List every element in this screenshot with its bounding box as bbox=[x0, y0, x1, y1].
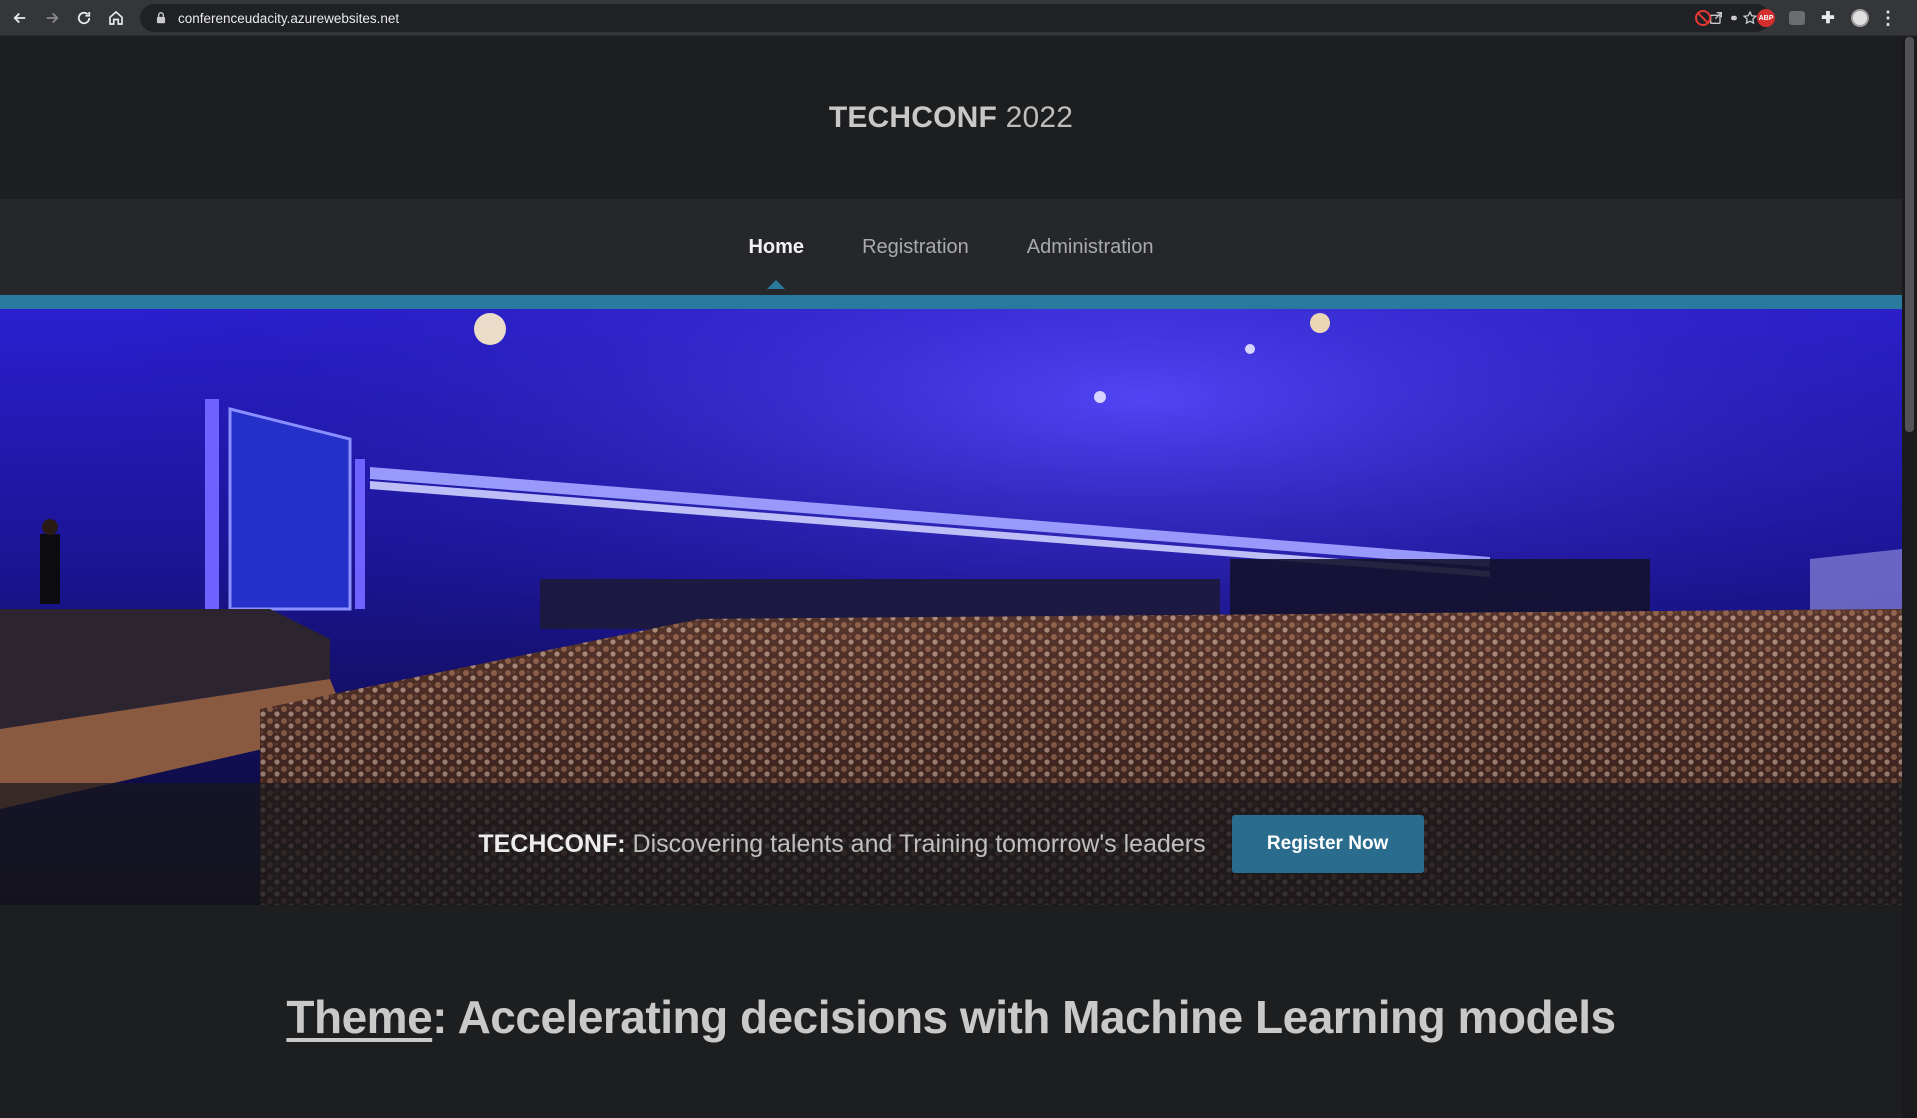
block-extension-icon[interactable] bbox=[1695, 10, 1711, 26]
tagline-brand: TECHCONF: bbox=[478, 829, 626, 858]
hero-tagline: TECHCONF: Discovering talents and Traini… bbox=[478, 830, 1205, 859]
nav-administration[interactable]: Administration bbox=[1027, 236, 1154, 259]
scrollbar-thumb[interactable] bbox=[1905, 37, 1914, 432]
translate-extension-icon[interactable] bbox=[1789, 11, 1805, 25]
menu-icon[interactable]: ⋮ bbox=[1879, 8, 1897, 28]
theme-heading: Theme: Accelerating decisions with Machi… bbox=[0, 990, 1902, 1044]
address-bar[interactable]: conferenceudacity.azurewebsites.net bbox=[140, 4, 1770, 32]
tagline-text: Discovering talents and Training tomorro… bbox=[632, 829, 1206, 858]
extension-icon[interactable]: ✚ bbox=[1819, 9, 1837, 27]
site-header: TECHCONF 2022 bbox=[0, 37, 1902, 199]
hero-caption-bar: TECHCONF: Discovering talents and Traini… bbox=[0, 783, 1902, 905]
browser-toolbar: conferenceudacity.azurewebsites.net ⚭ AB… bbox=[0, 0, 1917, 36]
brand-year[interactable]: 2022 bbox=[1006, 101, 1074, 134]
url-text[interactable]: conferenceudacity.azurewebsites.net bbox=[178, 11, 399, 26]
page-scrollbar[interactable] bbox=[1902, 37, 1917, 1118]
home-icon[interactable] bbox=[100, 0, 132, 36]
glasses-extension-icon[interactable]: ⚭ bbox=[1725, 9, 1743, 27]
nav-accent-bar bbox=[0, 295, 1902, 309]
profile-avatar[interactable] bbox=[1851, 9, 1869, 27]
back-icon[interactable] bbox=[4, 0, 36, 36]
nav-home[interactable]: Home bbox=[748, 236, 804, 259]
brand-name[interactable]: TECHCONF bbox=[829, 101, 997, 134]
register-now-button[interactable]: Register Now bbox=[1231, 815, 1424, 873]
hero-banner: TECHCONF: Discovering talents and Traini… bbox=[0, 309, 1902, 905]
webpage: TECHCONF 2022 Home Registration Administ… bbox=[0, 37, 1902, 1118]
forward-icon[interactable] bbox=[36, 0, 68, 36]
theme-link[interactable]: Theme bbox=[286, 991, 432, 1043]
reload-icon[interactable] bbox=[68, 0, 100, 36]
main-nav: Home Registration Administration bbox=[0, 199, 1902, 295]
site-logo[interactable]: TECHCONF 2022 bbox=[829, 101, 1073, 135]
lock-icon[interactable] bbox=[154, 11, 168, 25]
adblock-extension-icon[interactable]: ABP bbox=[1757, 9, 1775, 27]
theme-text: : Accelerating decisions with Machine Le… bbox=[432, 991, 1616, 1043]
nav-registration[interactable]: Registration bbox=[862, 236, 969, 259]
